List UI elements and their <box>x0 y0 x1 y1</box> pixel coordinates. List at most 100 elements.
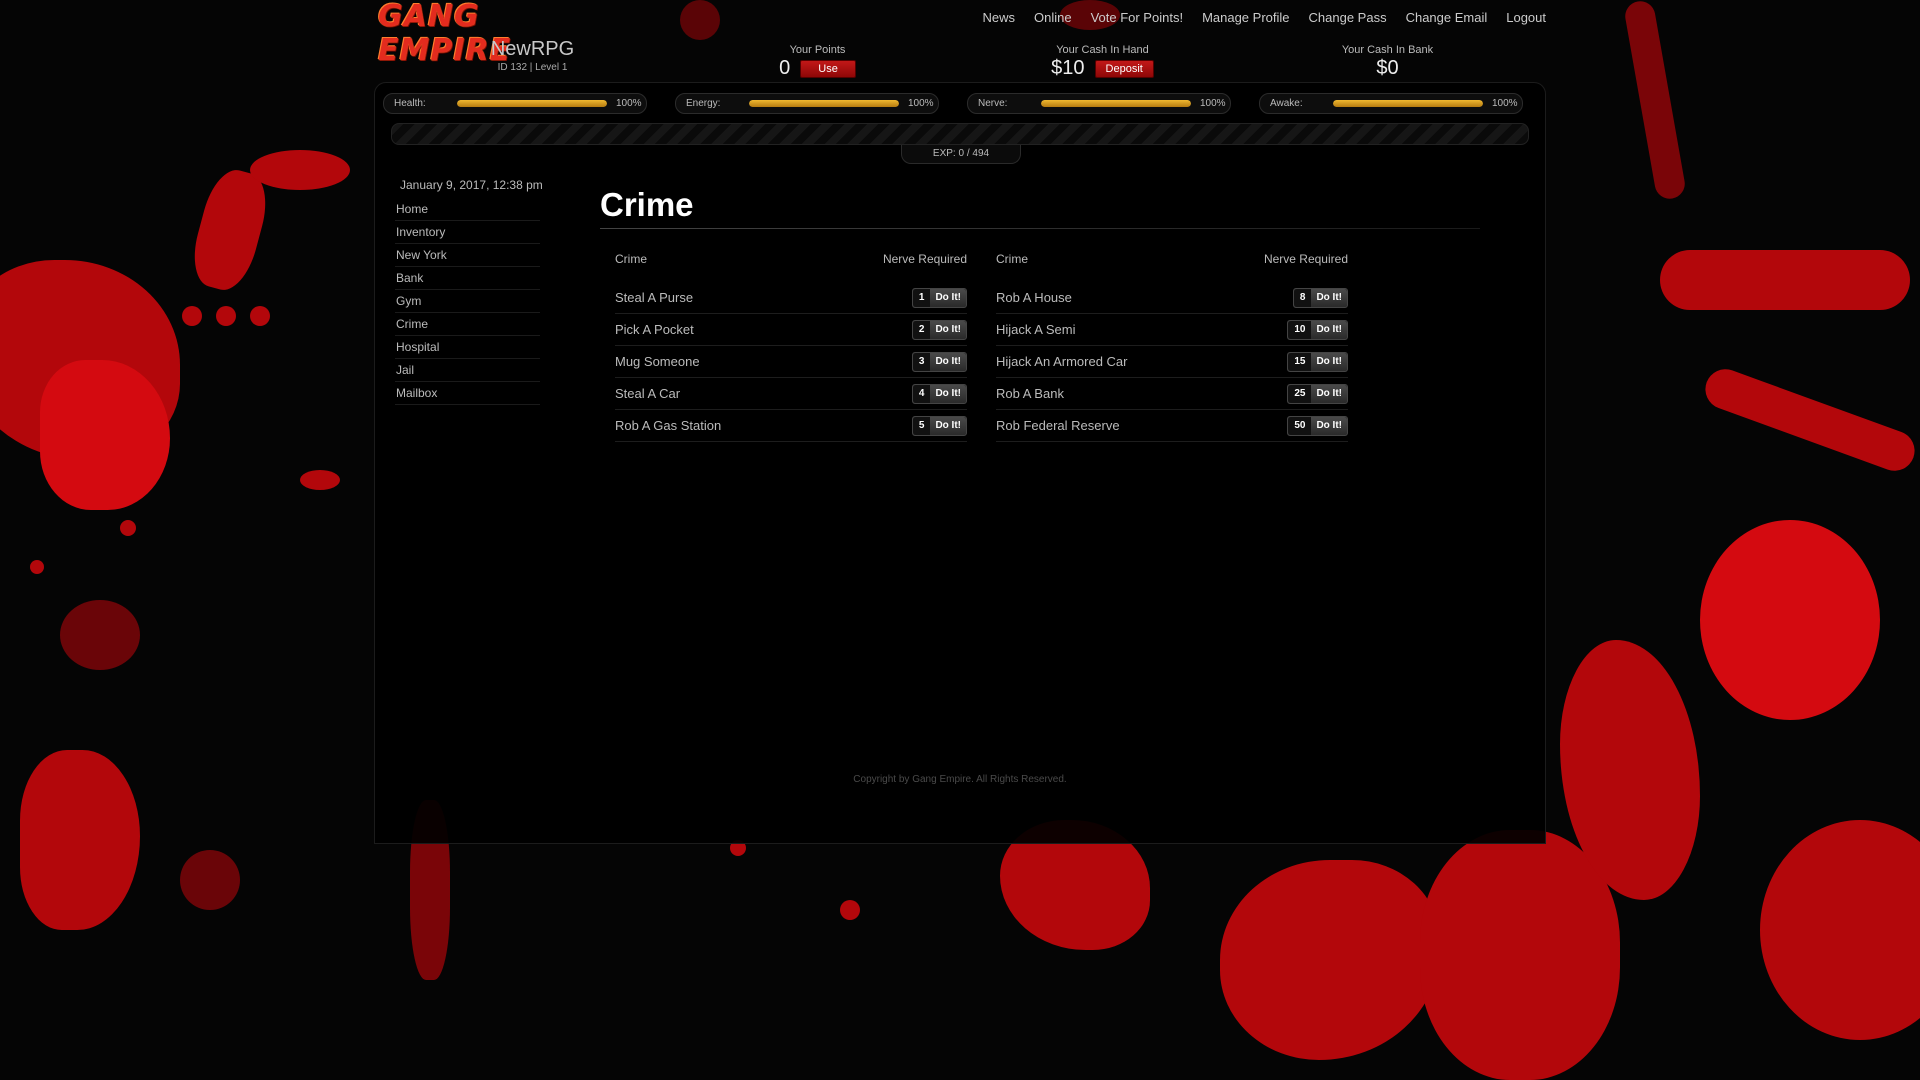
nerve-required: 3 <box>912 352 931 371</box>
do-it-group: 15 Do It! <box>1287 351 1348 372</box>
health-bar: Health: 100% <box>383 93 647 114</box>
health-fill <box>457 100 607 107</box>
do-it-button[interactable]: Do It! <box>1311 320 1347 339</box>
do-it-button[interactable]: Do It! <box>930 352 966 371</box>
crime-name: Hijack An Armored Car <box>996 354 1128 369</box>
nav-change-pass[interactable]: Change Pass <box>1309 10 1387 25</box>
nerve-label: Nerve: <box>978 98 1008 109</box>
do-it-group: 1 Do It! <box>911 287 967 308</box>
nav-change-email[interactable]: Change Email <box>1406 10 1488 25</box>
awake-fill <box>1333 100 1483 107</box>
copyright: Copyright by Gang Empire. All Rights Res… <box>853 774 1067 785</box>
energy-label: Energy: <box>686 98 721 109</box>
exp-bar <box>391 123 1529 145</box>
crime-table-header: Crime Nerve Required <box>996 250 1348 276</box>
nerve-column-header: Nerve Required <box>1263 252 1348 266</box>
crime-row: Hijack An Armored Car 15 Do It! <box>996 346 1348 378</box>
crime-name: Steal A Purse <box>615 290 694 305</box>
nerve-required: 50 <box>1288 416 1312 435</box>
points-stat: Your Points 0 Use <box>760 44 875 80</box>
sidebar-item-crime[interactable]: Crime <box>395 313 540 336</box>
page-title: Crime <box>600 186 694 223</box>
crime-row: Rob A Gas Station 5 Do It! <box>615 410 967 442</box>
deposit-button[interactable]: Deposit <box>1094 59 1154 78</box>
do-it-group: 2 Do It! <box>911 319 967 340</box>
crime-name: Hijack A Semi <box>996 322 1076 337</box>
do-it-button[interactable]: Do It! <box>1311 352 1347 371</box>
nav-online[interactable]: Online <box>1034 10 1072 25</box>
crime-name: Rob Federal Reserve <box>996 418 1120 433</box>
do-it-button[interactable]: Do It! <box>1311 288 1347 307</box>
crime-row: Rob A House 8 Do It! <box>996 282 1348 314</box>
crime-row: Hijack A Semi 10 Do It! <box>996 314 1348 346</box>
points-value: 0 <box>779 57 791 79</box>
nerve-required: 10 <box>1288 320 1312 339</box>
health-label: Health: <box>394 98 426 109</box>
sidebar-item-home[interactable]: Home <box>395 198 540 221</box>
sidebar-item-bank[interactable]: Bank <box>395 267 540 290</box>
crime-row: Rob Federal Reserve 50 Do It! <box>996 410 1348 442</box>
crime-row: Mug Someone 3 Do It! <box>615 346 967 378</box>
points-label: Your Points <box>789 44 846 56</box>
energy-track <box>749 100 899 107</box>
nerve-required: 25 <box>1288 384 1312 403</box>
do-it-button[interactable]: Do It! <box>930 416 966 435</box>
username[interactable]: NewRPG <box>450 38 615 61</box>
crime-name: Pick A Pocket <box>615 322 694 337</box>
health-percent: 100% <box>616 98 642 109</box>
nerve-required: 4 <box>912 384 931 403</box>
sidebar-item-new-york[interactable]: New York <box>395 244 540 267</box>
crime-name: Steal A Car <box>615 386 681 401</box>
sidebar-item-inventory[interactable]: Inventory <box>395 221 540 244</box>
crime-table-right: Crime Nerve Required Rob A House 8 Do It… <box>996 250 1348 442</box>
nerve-required: 8 <box>1293 288 1312 307</box>
server-date: January 9, 2017, 12:38 pm <box>400 178 543 192</box>
do-it-group: 3 Do It! <box>911 351 967 372</box>
energy-percent: 100% <box>908 98 934 109</box>
do-it-group: 8 Do It! <box>1292 287 1348 308</box>
page: GANG EMPIRE News Online Vote For Points!… <box>0 0 1920 1080</box>
awake-percent: 100% <box>1492 98 1518 109</box>
main-panel: Health: 100% Energy: 100% Nerve: 100% Aw… <box>374 82 1546 844</box>
crime-row: Rob A Bank 25 Do It! <box>996 378 1348 410</box>
sidebar-item-hospital[interactable]: Hospital <box>395 336 540 359</box>
do-it-button[interactable]: Do It! <box>1311 384 1347 403</box>
nerve-bar: Nerve: 100% <box>967 93 1231 114</box>
top-nav: News Online Vote For Points! Manage Prof… <box>963 10 1546 25</box>
nerve-required: 15 <box>1288 352 1312 371</box>
crime-name: Mug Someone <box>615 354 700 369</box>
use-points-button[interactable]: Use <box>800 59 856 78</box>
nav-vote-for-points[interactable]: Vote For Points! <box>1091 10 1184 25</box>
gang-empire-logo[interactable]: GANG EMPIRE <box>378 0 618 68</box>
crime-table-left: Crime Nerve Required Steal A Purse 1 Do … <box>615 250 967 442</box>
cash-hand-value: $10 <box>1051 57 1085 79</box>
crime-row: Steal A Car 4 Do It! <box>615 378 967 410</box>
sidebar: Home Inventory New York Bank Gym Crime H… <box>395 198 540 405</box>
nerve-fill <box>1041 100 1191 107</box>
nerve-required: 5 <box>912 416 931 435</box>
crime-row: Pick A Pocket 2 Do It! <box>615 314 967 346</box>
nav-manage-profile[interactable]: Manage Profile <box>1202 10 1289 25</box>
crime-column-header: Crime <box>615 252 647 266</box>
do-it-button[interactable]: Do It! <box>930 288 966 307</box>
sidebar-item-jail[interactable]: Jail <box>395 359 540 382</box>
nav-logout[interactable]: Logout <box>1506 10 1546 25</box>
exp-label: EXP: 0 / 494 <box>901 145 1021 164</box>
sidebar-item-mailbox[interactable]: Mailbox <box>395 382 540 405</box>
cash-hand-stat: Your Cash In Hand $10 Deposit <box>1040 44 1165 80</box>
awake-track <box>1333 100 1483 107</box>
cash-hand-label: Your Cash In Hand <box>1056 44 1149 56</box>
nav-news[interactable]: News <box>982 10 1015 25</box>
do-it-button[interactable]: Do It! <box>930 320 966 339</box>
awake-label: Awake: <box>1270 98 1303 109</box>
user-id-level: ID 132 | Level 1 <box>497 62 568 73</box>
do-it-button[interactable]: Do It! <box>1311 416 1347 435</box>
crime-name: Rob A Gas Station <box>615 418 722 433</box>
crime-name: Rob A House <box>996 290 1072 305</box>
nerve-required: 2 <box>912 320 931 339</box>
crime-table-header: Crime Nerve Required <box>615 250 967 276</box>
nerve-percent: 100% <box>1200 98 1226 109</box>
do-it-group: 25 Do It! <box>1287 383 1348 404</box>
do-it-button[interactable]: Do It! <box>930 384 966 403</box>
sidebar-item-gym[interactable]: Gym <box>395 290 540 313</box>
